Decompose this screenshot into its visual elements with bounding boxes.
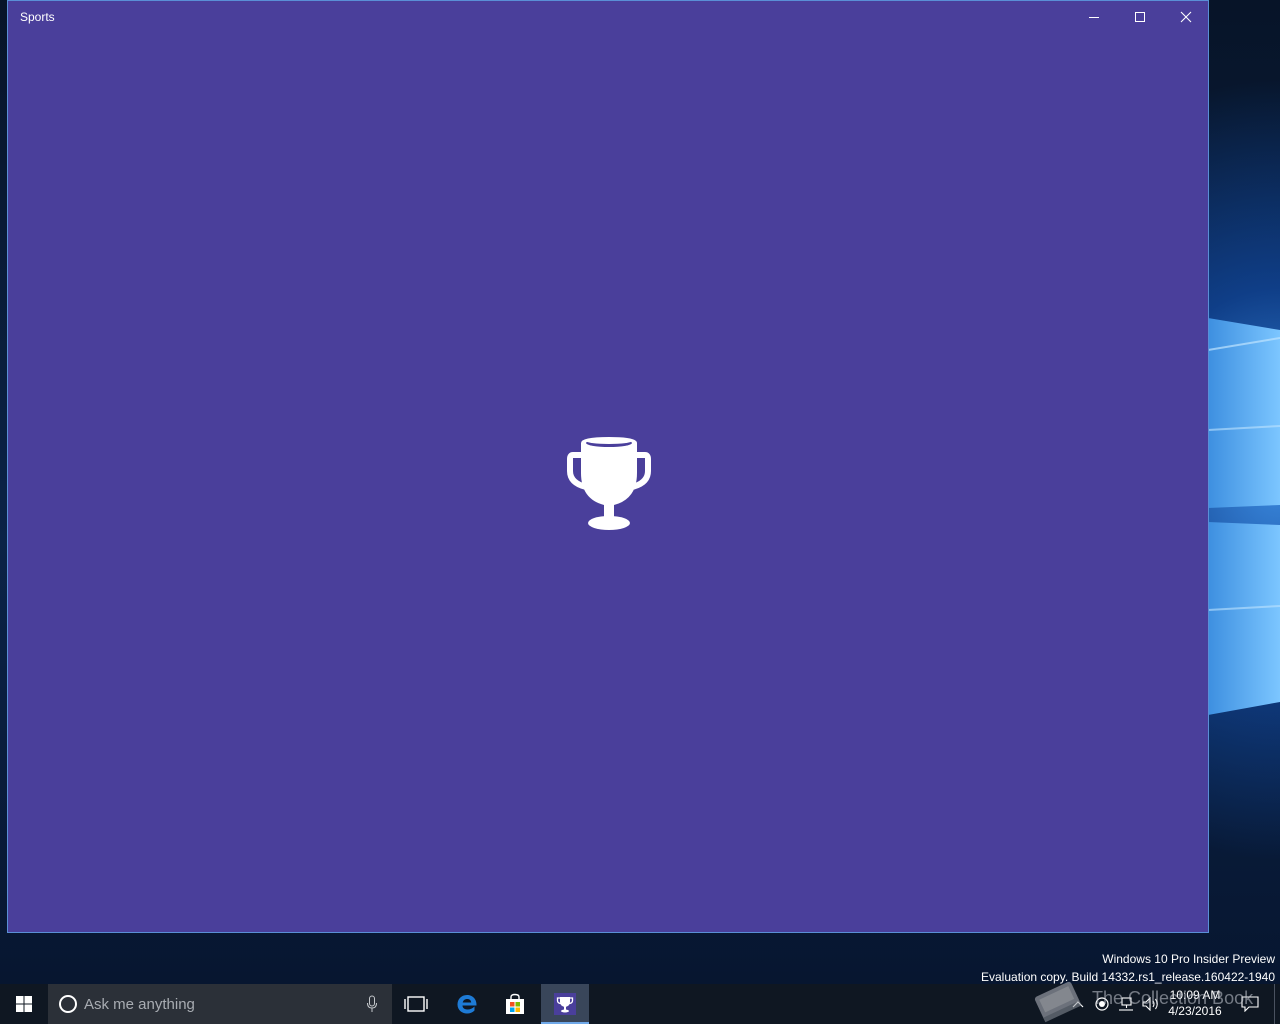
close-icon [1180, 11, 1192, 23]
windows-logo-icon [16, 996, 32, 1012]
show-desktop-button[interactable] [1274, 984, 1280, 1024]
microphone-icon[interactable] [366, 995, 378, 1013]
taskbar-task-view[interactable] [392, 984, 440, 1024]
taskbar-sports[interactable] [541, 984, 589, 1024]
collection-book-overlay: The Collection Book [1030, 981, 1270, 1024]
start-button[interactable] [0, 984, 48, 1024]
search-box[interactable]: Ask me anything [48, 984, 392, 1024]
sports-app-window: Sports [7, 0, 1209, 933]
search-placeholder: Ask me anything [84, 996, 195, 1013]
overlay-logo-text: The Collection Book [1092, 988, 1254, 1008]
book-icon [1034, 981, 1082, 1023]
taskbar-store[interactable] [491, 984, 539, 1024]
store-icon [506, 993, 524, 1014]
title-bar[interactable]: Sports [8, 1, 1208, 33]
task-view-icon [404, 996, 428, 1012]
watermark-edition: Windows 10 Pro Insider Preview [1102, 952, 1275, 966]
window-title: Sports [20, 10, 55, 24]
minimize-icon [1089, 17, 1099, 18]
edge-icon [457, 995, 477, 1014]
build-watermark: Windows 10 Pro Insider Preview Evaluatio… [981, 950, 1275, 986]
maximize-icon [1135, 12, 1145, 22]
minimize-button[interactable] [1071, 1, 1117, 33]
close-button[interactable] [1163, 1, 1209, 33]
cortana-circle-icon [59, 995, 77, 1013]
taskbar-edge[interactable] [443, 984, 491, 1024]
windows-wallpaper-logo [1208, 318, 1280, 715]
maximize-button[interactable] [1117, 1, 1163, 33]
trophy-icon [567, 437, 651, 530]
trophy-icon [554, 993, 576, 1015]
